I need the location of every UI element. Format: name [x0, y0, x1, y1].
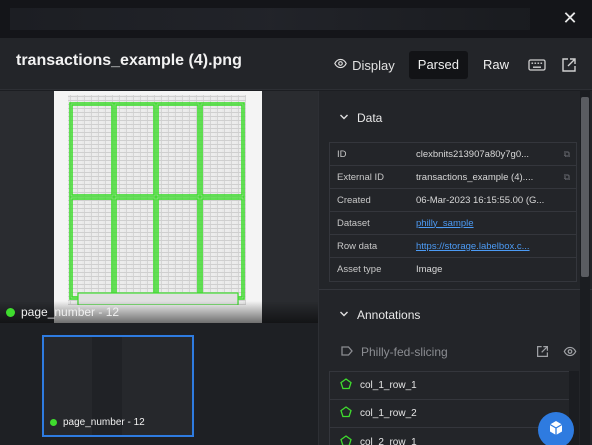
image-preview[interactable]: page_number - 12	[0, 91, 318, 323]
annotation-grid-overlay	[69, 102, 245, 305]
details-scrollbar-thumb[interactable]	[581, 97, 589, 277]
metadata-row-created: Created 06-Mar-2023 16:15:55.00 (G...	[330, 189, 576, 212]
parsed-tab[interactable]: Parsed	[408, 51, 468, 79]
metadata-key: Asset type	[337, 264, 382, 275]
help-button[interactable]	[538, 412, 574, 445]
annotation-name: col_1_row_2	[360, 408, 417, 419]
metadata-row-external-id: External ID transactions_example (4)....…	[330, 166, 576, 189]
view-controls: Display Parsed Raw	[326, 51, 582, 79]
blurred-header-content	[10, 8, 530, 30]
annotations-section-header[interactable]: Annotations	[339, 308, 420, 322]
metadata-value: 06-Mar-2023 16:15:55.00 (G...	[416, 195, 576, 206]
left-panel: page_number - 12 page_number - 12	[0, 91, 318, 445]
section-divider	[319, 289, 592, 290]
pentagon-icon	[340, 406, 352, 421]
metadata-key: Created	[337, 194, 371, 206]
eye-icon	[334, 57, 347, 73]
thumbnail-label-text: page_number - 12	[63, 417, 145, 428]
chevron-down-icon	[339, 111, 349, 125]
close-icon[interactable]: ✕	[560, 8, 580, 28]
row-data-link[interactable]: https://storage.labelbox.c...	[416, 241, 570, 252]
copy-icon[interactable]: ⧉	[564, 172, 570, 183]
metadata-key: Row data	[337, 240, 378, 252]
external-link-icon[interactable]	[556, 51, 582, 79]
metadata-table: ID clexbnits213907a80y7g0... ⧉ External I…	[329, 142, 577, 282]
green-dot-icon	[50, 419, 57, 426]
external-link-icon[interactable]	[536, 345, 549, 363]
dataset-link[interactable]: philly_sample	[416, 218, 570, 229]
asset-header: transactions_example (4).png Display Par…	[0, 38, 592, 90]
keyboard-icon[interactable]	[524, 51, 550, 79]
document-image	[54, 91, 262, 323]
data-section-header[interactable]: Data	[339, 111, 382, 125]
page-thumbnail[interactable]: page_number - 12	[42, 335, 194, 437]
top-bar: ✕	[0, 0, 592, 38]
asset-type-value: Image	[416, 264, 443, 275]
metadata-value: Image	[416, 264, 576, 275]
annotation-name: col_2_row_1	[360, 436, 417, 445]
annotation-name: col_1_row_1	[360, 380, 417, 391]
details-panel: Data ID clexbnits213907a80y7g0... ⧉ Exter…	[319, 91, 592, 445]
metadata-value: https://storage.labelbox.c...	[416, 241, 576, 252]
pentagon-icon	[340, 378, 352, 393]
metadata-value: clexbnits213907a80y7g0... ⧉	[416, 149, 576, 160]
project-row[interactable]: Philly-fed-slicing	[341, 345, 448, 359]
asset-title: transactions_example (4).png	[16, 52, 242, 69]
annotations-section-title: Annotations	[357, 308, 421, 322]
external-id-value: transactions_example (4)....	[416, 171, 534, 183]
metadata-row-row-data: Row data https://storage.labelbox.c...	[330, 235, 576, 258]
metadata-value: philly_sample	[416, 218, 576, 229]
details-scrollbar[interactable]	[580, 91, 590, 445]
display-label: Display	[352, 57, 395, 73]
id-value: clexbnits213907a80y7g0...	[416, 148, 530, 160]
raw-tab[interactable]: Raw	[474, 51, 518, 79]
metadata-row-id: ID clexbnits213907a80y7g0... ⧉	[330, 143, 576, 166]
data-section-title: Data	[357, 111, 383, 125]
project-name: Philly-fed-slicing	[361, 345, 448, 359]
preview-label-text: page_number - 12	[21, 305, 120, 319]
thumbnail-label: page_number - 12	[50, 417, 145, 428]
display-button[interactable]: Display	[326, 51, 403, 79]
green-dot-icon	[6, 307, 15, 317]
tag-icon	[341, 345, 353, 359]
chevron-down-icon	[339, 308, 349, 322]
metadata-key: ID	[337, 148, 347, 160]
metadata-value: transactions_example (4).... ⧉	[416, 172, 576, 183]
cube-icon	[547, 419, 565, 442]
created-value: 06-Mar-2023 16:15:55.00 (G...	[416, 194, 545, 206]
preview-annotation-label: page_number - 12	[0, 301, 318, 323]
annotation-item[interactable]: col_1_row_1	[330, 372, 578, 400]
metadata-row-asset-type: Asset type Image	[330, 258, 576, 281]
metadata-key: External ID	[337, 171, 384, 183]
project-actions	[536, 345, 577, 363]
metadata-row-dataset: Dataset philly_sample	[330, 212, 576, 235]
copy-icon[interactable]: ⧉	[564, 149, 570, 160]
pentagon-icon	[340, 434, 352, 445]
eye-icon[interactable]	[563, 345, 577, 363]
metadata-key: Dataset	[337, 217, 370, 229]
